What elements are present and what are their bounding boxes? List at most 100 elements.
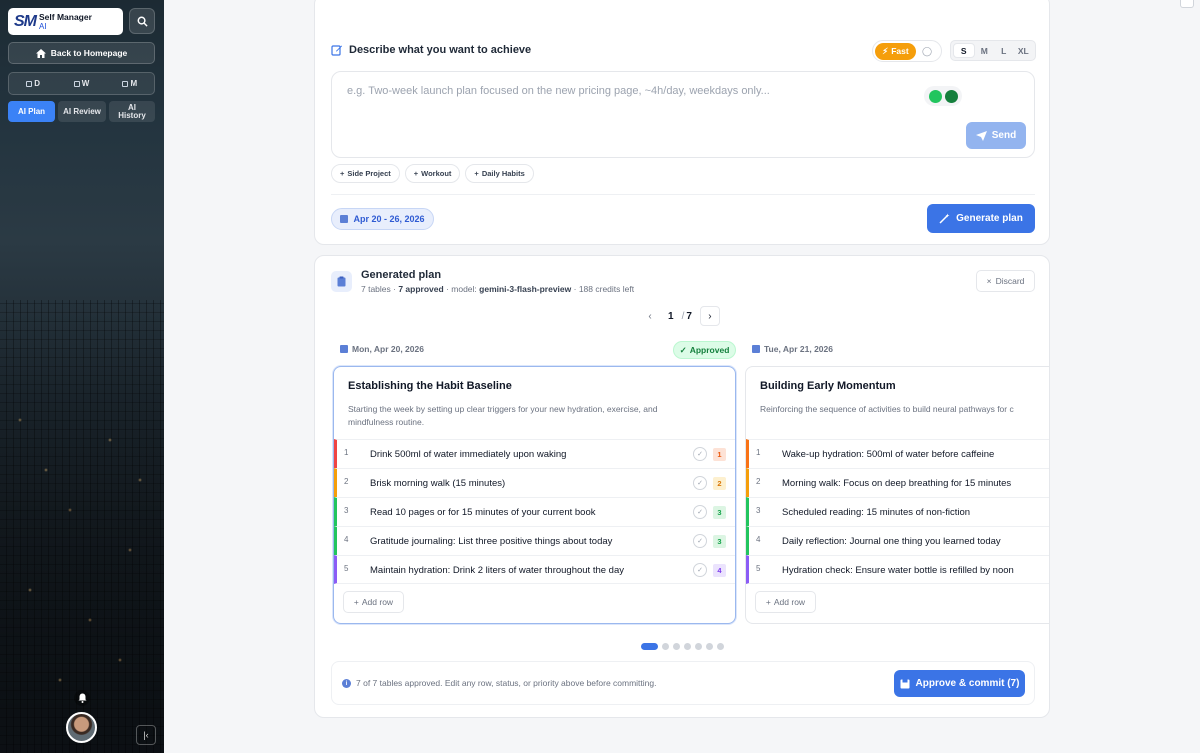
tab-ai-review[interactable]: AI Review <box>58 101 106 122</box>
approve-commit-button[interactable]: Approve & commit (7) <box>894 670 1025 697</box>
mode-group: ⚡︎ Fast ◯ <box>872 40 942 62</box>
previous-page-button[interactable]: ‹ <box>640 306 660 326</box>
table-row[interactable]: 2 Morning walk: Focus on deep breathing … <box>746 468 1049 497</box>
row-text[interactable]: Daily reflection: Journal one thing you … <box>782 536 1001 547</box>
send-button[interactable]: Send <box>966 122 1026 149</box>
model-name: gemini-3-flash-preview <box>479 284 572 294</box>
view-month[interactable]: M <box>106 73 154 94</box>
send-label: Send <box>991 130 1017 141</box>
check-icon: ✓ <box>679 344 687 355</box>
size-s[interactable]: S <box>953 43 975 58</box>
row-text[interactable]: Hydration check: Ensure water bottle is … <box>782 565 1014 576</box>
row-text[interactable]: Drink 500ml of water immediately upon wa… <box>370 449 566 460</box>
table-row[interactable]: 3 Scheduled reading: 15 minutes of non-f… <box>746 497 1049 526</box>
day-header: Mon, Apr 20, 2026 <box>340 344 424 354</box>
priority-badge[interactable]: 3 <box>713 506 726 519</box>
carousel-dots <box>641 643 724 650</box>
carousel-dot[interactable] <box>717 643 724 650</box>
goal-input[interactable]: e.g. Two-week launch plan focused on the… <box>331 71 1035 158</box>
back-to-homepage-button[interactable]: Back to Homepage <box>8 42 155 64</box>
table-row[interactable]: 5 Hydration check: Ensure water bottle i… <box>746 555 1049 584</box>
generate-plan-button[interactable]: Generate plan <box>927 204 1035 233</box>
row-text[interactable]: Read 10 pages or for 15 minutes of your … <box>370 507 596 518</box>
carousel-dot[interactable] <box>641 643 658 650</box>
magic-wand-icon <box>939 213 950 224</box>
fast-mode-button[interactable]: ⚡︎ Fast <box>875 42 916 60</box>
carousel-dot[interactable] <box>695 643 702 650</box>
add-row-button[interactable]: + Add row <box>343 591 404 613</box>
calendar-icon <box>122 80 129 87</box>
carousel-dot[interactable] <box>706 643 713 650</box>
table-row[interactable]: 3 Read 10 pages or for 15 minutes of you… <box>334 497 735 526</box>
chip-side-project[interactable]: + Side Project <box>331 164 400 183</box>
day-table[interactable]: Building Early Momentum Reinforcing the … <box>745 366 1049 624</box>
app-sub: AI <box>39 21 47 31</box>
tables-count: 7 tables <box>361 284 391 294</box>
day-header: Tue, Apr 21, 2026 <box>752 344 833 354</box>
discard-button[interactable]: × Discard <box>976 270 1035 292</box>
grammar-widget[interactable] <box>924 86 962 106</box>
table-row[interactable]: 4 Gratitude journaling: List three posit… <box>334 526 735 555</box>
search-button[interactable] <box>129 8 155 34</box>
next-page-button[interactable]: › <box>699 306 720 326</box>
table-row[interactable]: 5 Maintain hydration: Drink 2 liters of … <box>334 555 735 584</box>
chip-workout[interactable]: + Workout <box>404 164 461 183</box>
collapse-icon: |‹ <box>143 730 149 740</box>
save-icon <box>900 679 910 688</box>
size-m[interactable]: M <box>975 43 995 58</box>
status-check-icon[interactable]: ✓ <box>693 534 707 548</box>
day-table-description[interactable]: Starting the week by setting up clear tr… <box>348 403 657 428</box>
day-table-title: Establishing the Habit Baseline <box>348 380 512 392</box>
date-range-picker[interactable]: Apr 20 - 26, 2026 <box>331 208 434 230</box>
table-row[interactable]: 4 Daily reflection: Journal one thing yo… <box>746 526 1049 555</box>
grammarly-icon <box>944 89 958 103</box>
status-check-icon[interactable]: ✓ <box>693 563 707 577</box>
chip-label: Side Project <box>347 169 391 178</box>
expand-icon[interactable] <box>1180 0 1194 8</box>
size-xl[interactable]: XL <box>1014 43 1034 58</box>
row-text[interactable]: Maintain hydration: Drink 2 liters of wa… <box>370 565 624 576</box>
discard-label: Discard <box>995 276 1025 286</box>
table-row[interactable]: 1 Drink 500ml of water immediately upon … <box>334 439 735 468</box>
day-table[interactable]: Establishing the Habit Baseline Starting… <box>333 366 736 624</box>
template-chips: + Side Project + Workout + Daily Habits <box>331 164 534 183</box>
status-check-icon[interactable]: ✓ <box>693 447 707 461</box>
row-text[interactable]: Brisk morning walk (15 minutes) <box>370 478 505 489</box>
app-brand[interactable]: SM Self Manager AI <box>8 8 123 35</box>
tag-icon[interactable]: ◯ <box>916 43 938 60</box>
carousel-dot[interactable] <box>684 643 691 650</box>
home-icon <box>35 48 46 58</box>
description-line: Reinforcing the sequence of activities t… <box>760 404 1014 414</box>
bolt-icon: ⚡︎ <box>882 45 889 56</box>
approved-badge[interactable]: ✓ Approved <box>673 341 736 359</box>
add-row-button[interactable]: + Add row <box>755 591 816 613</box>
day-table-description[interactable]: Reinforcing the sequence of activities t… <box>760 403 1014 416</box>
status-check-icon[interactable]: ✓ <box>693 505 707 519</box>
table-row[interactable]: 2 Brisk morning walk (15 minutes) ✓ 2 <box>334 468 735 497</box>
status-check-icon[interactable]: ✓ <box>693 476 707 490</box>
carousel-dot[interactable] <box>662 643 669 650</box>
table-row[interactable]: 1 Wake-up hydration: 500ml of water befo… <box>746 439 1049 468</box>
priority-badge[interactable]: 4 <box>713 564 726 577</box>
view-day[interactable]: D <box>9 73 57 94</box>
notifications-button[interactable] <box>74 690 90 706</box>
row-number: 4 <box>344 535 349 544</box>
chip-daily-habits[interactable]: + Daily Habits <box>465 164 534 183</box>
tab-ai-history[interactable]: AI History <box>109 101 155 122</box>
priority-badge[interactable]: 3 <box>713 535 726 548</box>
size-l[interactable]: L <box>994 43 1014 58</box>
tab-ai-plan[interactable]: AI Plan <box>8 101 55 122</box>
row-text[interactable]: Gratitude journaling: List three positiv… <box>370 536 612 547</box>
row-text[interactable]: Wake-up hydration: 500ml of water before… <box>782 449 994 460</box>
collapse-sidebar-button[interactable]: |‹ <box>136 725 156 745</box>
carousel-dot[interactable] <box>673 643 680 650</box>
calendar-icon <box>340 215 349 223</box>
avatar[interactable] <box>66 712 97 743</box>
view-week[interactable]: W <box>57 73 105 94</box>
plus-icon: + <box>474 169 479 178</box>
priority-badge[interactable]: 1 <box>713 448 726 461</box>
row-text[interactable]: Morning walk: Focus on deep breathing fo… <box>782 478 1011 489</box>
priority-badge[interactable]: 2 <box>713 477 726 490</box>
bell-icon <box>78 693 86 703</box>
row-text[interactable]: Scheduled reading: 15 minutes of non-fic… <box>782 507 970 518</box>
